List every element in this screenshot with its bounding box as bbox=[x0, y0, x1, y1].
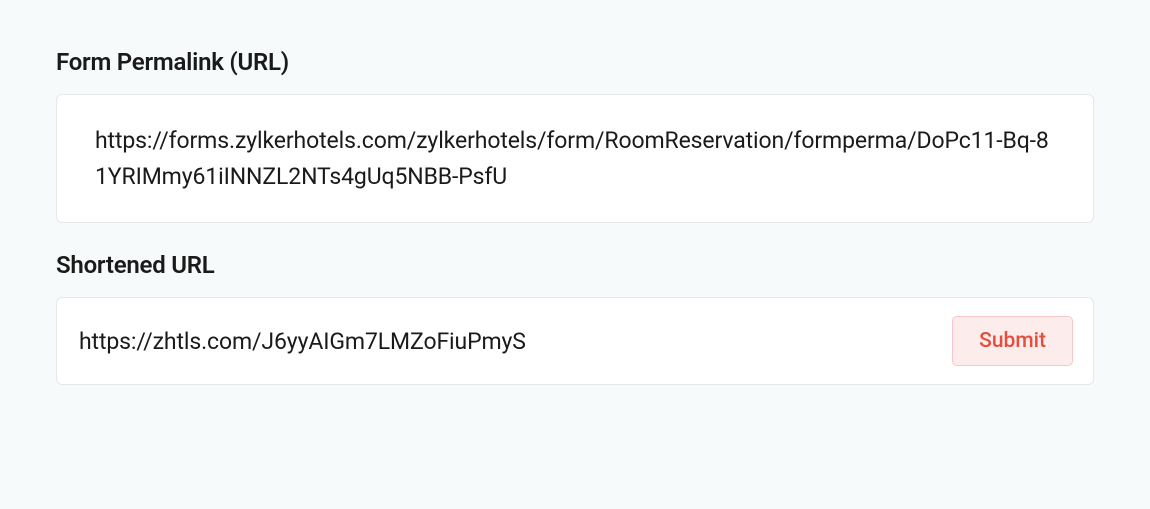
permalink-section: Form Permalink (URL) https://forms.zylke… bbox=[56, 48, 1094, 223]
shortened-box: https://zhtls.com/J6yyAIGm7LMZoFiuPmyS S… bbox=[56, 297, 1094, 385]
shortened-label: Shortened URL bbox=[56, 251, 1094, 279]
submit-button[interactable]: Submit bbox=[952, 316, 1073, 366]
shortened-section: Shortened URL https://zhtls.com/J6yyAIGm… bbox=[56, 251, 1094, 385]
permalink-url: https://forms.zylkerhotels.com/zylkerhot… bbox=[95, 123, 1055, 194]
shortened-url: https://zhtls.com/J6yyAIGm7LMZoFiuPmyS bbox=[79, 328, 526, 355]
permalink-box: https://forms.zylkerhotels.com/zylkerhot… bbox=[56, 94, 1094, 223]
permalink-label: Form Permalink (URL) bbox=[56, 48, 1094, 76]
